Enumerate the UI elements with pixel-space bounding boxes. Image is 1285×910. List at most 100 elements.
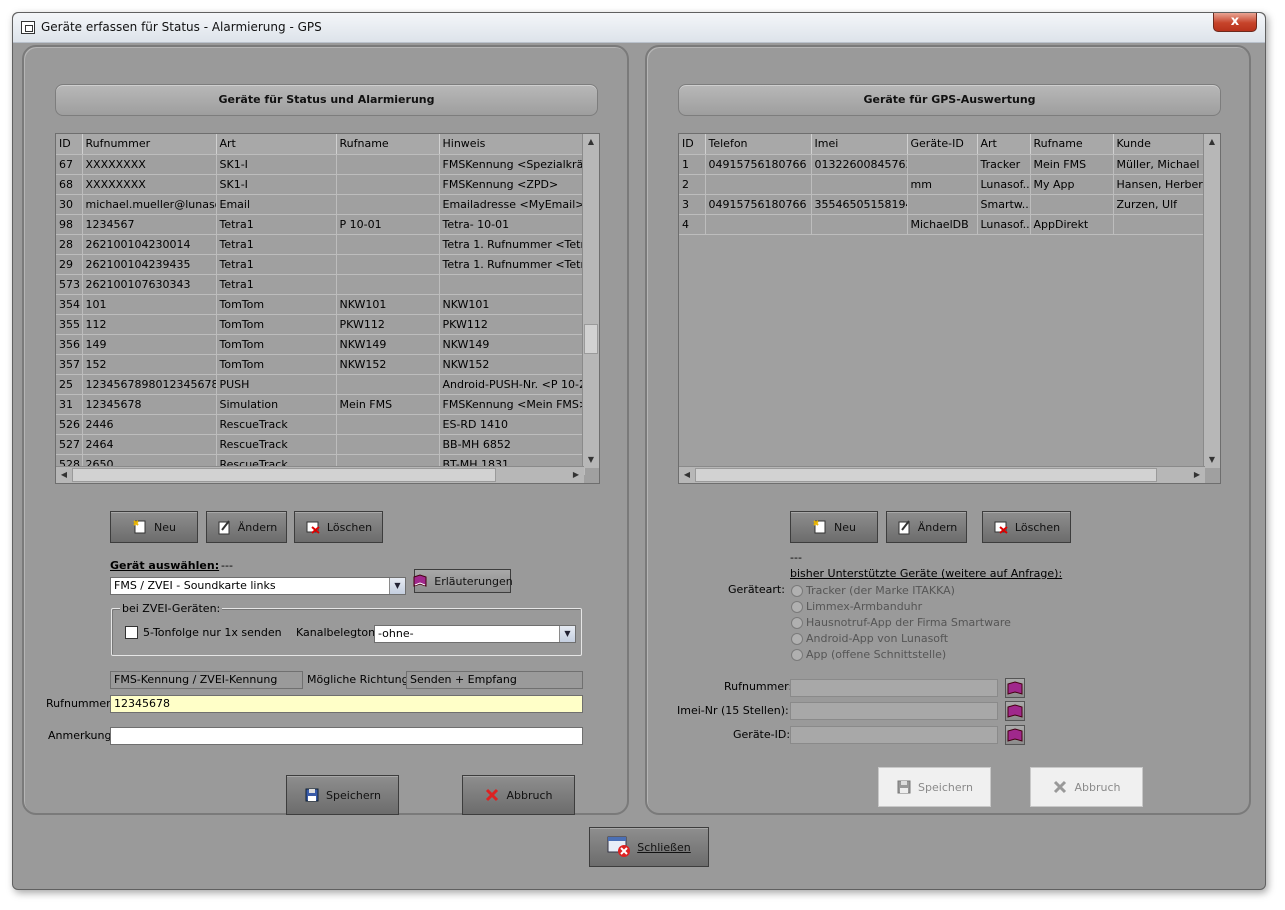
- gps-grid-vertical-scrollbar[interactable]: ▲ ▼: [1203, 134, 1220, 468]
- geraet-select[interactable]: FMS / ZVEI - Soundkarte links ▼: [110, 577, 406, 595]
- device-type-label: Hausnotruf-App der Firma Smartware: [806, 616, 1011, 629]
- scroll-left-icon[interactable]: ◀: [56, 467, 72, 483]
- table-cell: 101: [82, 294, 217, 315]
- table-cell: 355: [56, 314, 83, 335]
- scroll-up-icon[interactable]: ▲: [583, 134, 599, 150]
- table-row[interactable]: 526 2446 RescueTrack ES-RD 1410: [56, 414, 585, 435]
- table-cell: 29: [56, 254, 83, 275]
- table-cell: [336, 434, 440, 455]
- rufnummer-input[interactable]: 12345678: [110, 695, 583, 713]
- close-window-button[interactable]: x: [1213, 13, 1257, 32]
- left-column-header[interactable]: Rufname: [336, 134, 440, 155]
- table-cell: [336, 234, 440, 255]
- gps-neu-label: Neu: [834, 520, 856, 534]
- loeschen-label: Löschen: [326, 520, 373, 534]
- right-column-header[interactable]: Telefon: [705, 134, 812, 155]
- table-row[interactable]: 4 MichaelDB Lunasof... AppDirekt: [679, 214, 1206, 235]
- right-column-header[interactable]: Imei: [811, 134, 908, 155]
- gps-loeschen-button[interactable]: Löschen: [982, 511, 1071, 543]
- scroll-down-icon[interactable]: ▼: [1204, 452, 1220, 468]
- erlaeuterungen-button[interactable]: Erläuterungen: [412, 569, 513, 593]
- table-row[interactable]: 304915756180766355465051581946 Smartw... Z…: [679, 194, 1206, 215]
- table-row[interactable]: 527 2464 RescueTrack BB-MH 6852: [56, 434, 585, 455]
- table-row[interactable]: 354 101 TomTom NKW101 NKW101: [56, 294, 585, 315]
- table-row[interactable]: 67XXXXXXXXSK1-I FMSKennung <Spezialkräfte…: [56, 154, 585, 175]
- gps-devices-grid[interactable]: ID Telefon Imei Geräte-ID Art Rufname Kunde 10…: [678, 133, 1221, 484]
- table-cell: 573: [56, 274, 83, 295]
- table-cell: Mein FMS: [1030, 154, 1114, 175]
- table-cell: 1234567: [82, 214, 217, 235]
- gps-speichern-button[interactable]: Speichern: [878, 767, 991, 807]
- scroll-thumb[interactable]: [695, 468, 1157, 482]
- imei-input: [790, 702, 998, 720]
- device-type-radio[interactable]: [791, 633, 803, 645]
- table-row[interactable]: 573 262100107630343 Tetra1: [56, 274, 585, 295]
- gps-aendern-button[interactable]: Ändern: [886, 511, 967, 543]
- gps-abbruch-button[interactable]: Abbruch: [1030, 767, 1143, 807]
- right-column-header[interactable]: Rufname: [1030, 134, 1114, 155]
- table-row[interactable]: 29 262100104239435 Tetra1 Tetra 1. Rufnumme…: [56, 254, 585, 275]
- table-row[interactable]: 104915756180766013226008457638 TrackerMei…: [679, 154, 1206, 175]
- device-type-radio[interactable]: [791, 601, 803, 613]
- table-cell: Tetra1: [216, 214, 337, 235]
- loeschen-button[interactable]: Löschen: [294, 511, 383, 543]
- neu-button[interactable]: Neu: [110, 511, 198, 543]
- scroll-down-icon[interactable]: ▼: [583, 452, 599, 468]
- table-row[interactable]: 355 112 TomTom PKW112 PKW112: [56, 314, 585, 335]
- table-row[interactable]: 25 1234567898012345678... PUSH Android-PUSH…: [56, 374, 585, 395]
- status-devices-grid[interactable]: ID Rufnummer Art Rufname Hinweis 67 XXXXXXXX S…: [55, 133, 600, 484]
- left-column-header[interactable]: Hinweis: [439, 134, 585, 155]
- table-cell: 262100104239435: [82, 254, 217, 275]
- table-cell: NKW152: [439, 354, 585, 375]
- chevron-down-icon[interactable]: ▼: [389, 578, 405, 594]
- table-cell: 262100104230014: [82, 234, 217, 255]
- table-row[interactable]: 31 12345678 Simulation Mein FMS FMSKennung <…: [56, 394, 585, 415]
- delete-icon: [305, 519, 321, 535]
- right-column-header[interactable]: Geräte-ID: [907, 134, 978, 155]
- table-cell: 25: [56, 374, 83, 395]
- chevron-down-icon[interactable]: ▼: [559, 626, 575, 642]
- table-row[interactable]: 68 XXXXXXXX SK1-I FMSKennung <ZPD>: [56, 174, 585, 195]
- table-cell: [336, 254, 440, 275]
- status-grid-vertical-scrollbar[interactable]: ▲ ▼: [582, 134, 599, 468]
- abbruch-label: Abbruch: [506, 788, 553, 802]
- table-row[interactable]: 30michael.mueller@lunasof...Email Emailad…: [56, 194, 585, 215]
- gps-aendern-label: Ändern: [917, 520, 958, 534]
- aendern-button[interactable]: Ändern: [206, 511, 287, 543]
- scroll-thumb[interactable]: [72, 468, 496, 482]
- left-column-header[interactable]: ID: [56, 134, 83, 155]
- table-row[interactable]: 357 152 TomTom NKW152 NKW152: [56, 354, 585, 375]
- device-type-radio[interactable]: [791, 649, 803, 661]
- abbruch-button[interactable]: Abbruch: [462, 775, 575, 815]
- schliessen-button[interactable]: Schließen: [589, 827, 709, 867]
- scroll-right-icon[interactable]: ▶: [1189, 467, 1205, 483]
- left-column-header[interactable]: Rufnummer: [82, 134, 217, 155]
- gps-neu-button[interactable]: Neu: [790, 511, 878, 543]
- status-grid-horizontal-scrollbar[interactable]: ◀ ▶: [56, 466, 584, 483]
- table-cell: 526: [56, 414, 83, 435]
- speichern-button[interactable]: Speichern: [286, 775, 399, 815]
- table-row[interactable]: 28 262100104230014 Tetra1 Tetra 1. Rufnumme…: [56, 234, 585, 255]
- tonfolge-checkbox[interactable]: [125, 626, 138, 639]
- device-type-radio[interactable]: [791, 617, 803, 629]
- table-cell: 3: [679, 194, 706, 215]
- gps-grid-horizontal-scrollbar[interactable]: ◀ ▶: [679, 466, 1205, 483]
- right-column-header[interactable]: Kunde: [1113, 134, 1206, 155]
- zvei-group-title: bei ZVEI-Geräten:: [120, 602, 223, 615]
- scroll-right-icon[interactable]: ▶: [568, 467, 584, 483]
- right-column-header[interactable]: ID: [679, 134, 706, 155]
- book-icon: [412, 573, 428, 589]
- table-cell: Tetra 1. Rufnummer <Tetra2>: [439, 254, 585, 275]
- table-row[interactable]: 98 1234567 Tetra1 P 10-01 Tetra- 10-01: [56, 214, 585, 235]
- scroll-thumb[interactable]: [584, 324, 598, 354]
- scroll-left-icon[interactable]: ◀: [679, 467, 695, 483]
- table-cell: [336, 174, 440, 195]
- right-column-header[interactable]: Art: [977, 134, 1031, 155]
- table-row[interactable]: 2 mm Lunasof... My App Hansen, Herbert: [679, 174, 1206, 195]
- device-type-radio[interactable]: [791, 585, 803, 597]
- kanal-select[interactable]: -ohne- ▼: [374, 625, 576, 643]
- scroll-up-icon[interactable]: ▲: [1204, 134, 1220, 150]
- table-row[interactable]: 356 149 TomTom NKW149 NKW149: [56, 334, 585, 355]
- left-column-header[interactable]: Art: [216, 134, 337, 155]
- anmerkung-input[interactable]: [110, 727, 583, 745]
